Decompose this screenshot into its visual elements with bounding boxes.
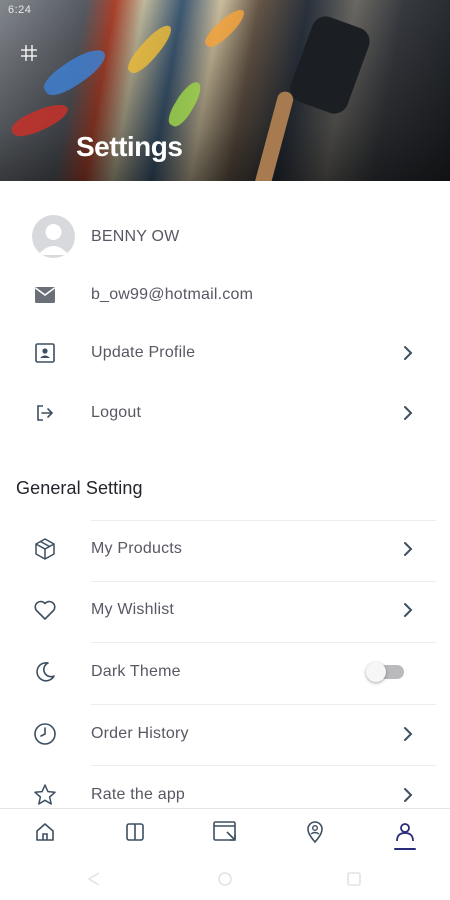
header-photo: [123, 20, 177, 78]
location-icon[interactable]: [302, 819, 328, 845]
active-tab-indicator: [394, 848, 416, 850]
catalog-icon[interactable]: [122, 819, 148, 845]
email-row: b_ow99@hotmail.com: [0, 268, 450, 322]
profile-name: BENNY OW: [91, 228, 180, 245]
mail-icon: [33, 283, 57, 307]
star-icon: [33, 783, 57, 807]
divider: [91, 581, 436, 582]
profile-email: b_ow99@hotmail.com: [91, 286, 254, 303]
clock-icon: [33, 722, 57, 746]
chevron-right-icon: [404, 346, 413, 360]
browser-icon[interactable]: [212, 819, 238, 845]
profile-name-row: BENNY OW: [0, 210, 450, 264]
home-circle-icon[interactable]: [216, 872, 234, 891]
bottom-nav: [0, 808, 450, 856]
home-icon[interactable]: [32, 819, 58, 845]
chevron-right-icon: [404, 406, 413, 420]
moon-icon: [33, 660, 57, 684]
header-photo: [164, 77, 206, 131]
rate-app-label: Rate the app: [91, 786, 186, 803]
my-wishlist-label: My Wishlist: [91, 601, 175, 618]
divider: [91, 520, 436, 521]
settings-header: 6:24 Settings: [0, 0, 450, 181]
chevron-right-icon: [404, 727, 413, 741]
update-profile-label: Update Profile: [91, 344, 196, 361]
heart-icon: [33, 598, 57, 622]
dark-theme-toggle[interactable]: [366, 662, 406, 682]
divider: [91, 704, 436, 705]
my-products-label: My Products: [91, 540, 183, 557]
order-history-label: Order History: [91, 725, 189, 742]
grid-menu-icon[interactable]: [20, 44, 38, 62]
header-photo: [8, 98, 72, 142]
chevron-right-icon: [404, 542, 413, 556]
my-products-row[interactable]: My Products: [0, 522, 450, 576]
logout-label: Logout: [91, 404, 142, 421]
recents-icon[interactable]: [346, 872, 362, 891]
header-photo: [201, 4, 249, 52]
divider: [91, 642, 436, 643]
profile-icon[interactable]: [392, 819, 418, 845]
contact-card-icon: [33, 341, 57, 365]
dark-theme-row: Dark Theme: [0, 645, 450, 699]
order-history-row[interactable]: Order History: [0, 707, 450, 761]
logout-icon: [33, 401, 57, 425]
divider: [91, 765, 436, 766]
status-time: 6:24: [8, 4, 32, 16]
header-photo: [286, 12, 374, 118]
chevron-right-icon: [404, 788, 413, 802]
back-icon[interactable]: [86, 872, 102, 891]
header-photo: [251, 89, 295, 181]
system-nav: [0, 856, 450, 900]
logout-row[interactable]: Logout: [0, 386, 450, 440]
box-icon: [33, 537, 57, 561]
dark-theme-label: Dark Theme: [91, 663, 181, 680]
page-title: Settings: [76, 131, 183, 162]
my-wishlist-row[interactable]: My Wishlist: [0, 583, 450, 637]
general-setting-title: General Setting: [16, 478, 143, 498]
chevron-right-icon: [404, 603, 413, 617]
header-photo: [39, 42, 111, 102]
update-profile-row[interactable]: Update Profile: [0, 326, 450, 380]
